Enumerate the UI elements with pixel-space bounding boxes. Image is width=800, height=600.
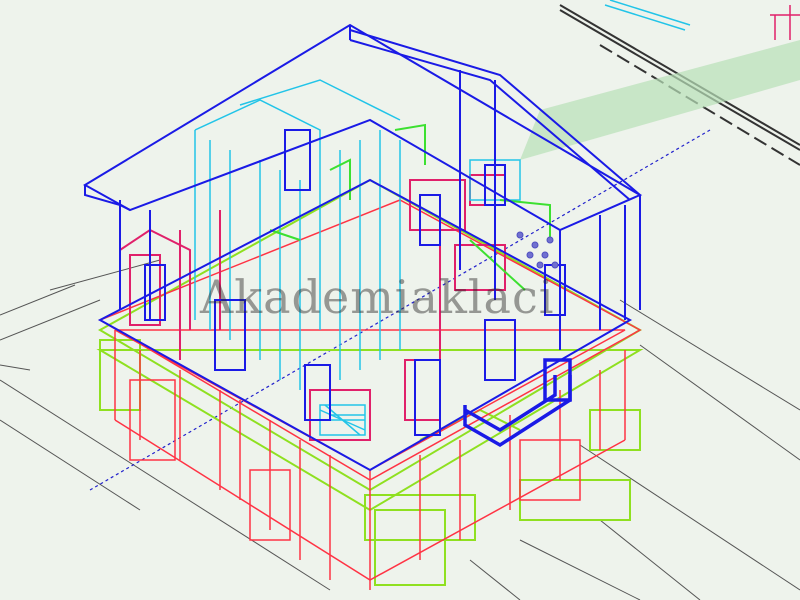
magenta-walls [119, 174, 506, 441]
site-cyan-lines [604, 0, 691, 31]
wireframe-model[interactable] [0, 0, 800, 600]
roof-frame [83, 23, 643, 472]
axis-icon[interactable] [770, 5, 800, 40]
cad-3d-viewport[interactable]: Akademiaklaci [0, 0, 800, 600]
interior-frame-cyan [194, 79, 521, 436]
